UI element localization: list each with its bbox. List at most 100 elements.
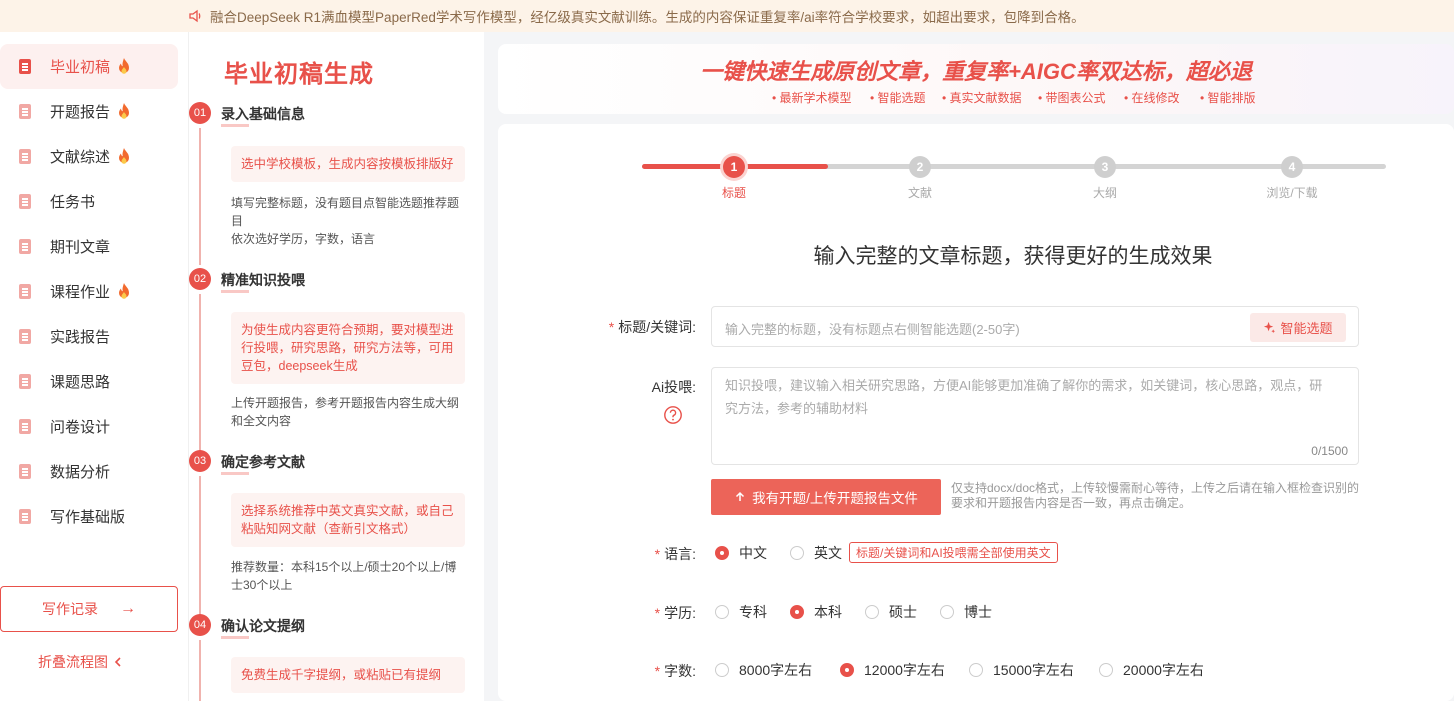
step-title: 精准知识投喂 <box>221 272 305 293</box>
feature-item: • 真实文献数据 <box>942 91 1022 105</box>
ai-feed-textarea[interactable]: 知识投喂，建议输入相关研究思路，方便AI能够更加准确了解你的需求，如关键词，核心… <box>711 367 1359 465</box>
document-shape <box>19 283 31 299</box>
upload-proposal-button[interactable]: 我有开题/上传开题报告文件 <box>711 479 941 515</box>
document-shape <box>19 508 31 524</box>
step-connector <box>199 294 201 451</box>
document-shape <box>19 103 31 119</box>
document-icon <box>18 238 32 255</box>
required-mark: * <box>654 605 661 621</box>
degree-option-3[interactable]: 硕士 <box>865 602 917 622</box>
words-option-3[interactable]: 15000字左右 <box>969 660 1074 680</box>
english-notice-tag: 标题/关键词和AI投喂需全部使用英文 <box>849 542 1058 563</box>
language-option-1[interactable]: 中文 <box>715 543 767 563</box>
document-shape <box>19 193 31 209</box>
words-label-text: 字数: <box>664 663 696 679</box>
sidebar-item-2[interactable]: 开题报告 <box>0 89 178 134</box>
feature-item: • 智能排版 <box>1200 91 1256 105</box>
document-shape <box>19 148 31 164</box>
arrow-right-icon: → <box>120 600 136 617</box>
step-description: 推荐数量：本科15个以上/硕士20个以上/博士30个以上 <box>231 558 465 594</box>
stepper-step-1[interactable]: 1 <box>723 156 745 178</box>
sidebar-item-label: 写作基础版 <box>50 509 126 526</box>
step-connector <box>199 128 201 265</box>
main-area: 一键快速生成原创文章，重复率+AIGC率双达标，超必退 • 最新学术模型 • 智能… <box>498 44 1454 701</box>
words-option-1[interactable]: 8000字左右 <box>715 660 812 680</box>
writing-record-button[interactable]: 写作记录 → <box>0 586 178 632</box>
description-line: 上传开题报告，参考开题报告内容生成大纲和全文内容 <box>231 396 460 428</box>
document-shape <box>19 418 31 434</box>
step-connector <box>199 640 201 701</box>
degree-option-2[interactable]: 本科 <box>790 602 842 622</box>
fire-icon <box>119 282 130 299</box>
step-description: 填写完整标题，没有题目点智能选题推荐题目 依次选好学历，字数，语言 <box>231 194 465 248</box>
sidebar-item-11[interactable]: 写作基础版 <box>0 494 178 539</box>
stepper-label: 标题 <box>721 186 746 200</box>
sidebar-item-label: 任务书 <box>50 194 96 211</box>
radio-label: 专科 <box>739 604 767 620</box>
language-option-2[interactable]: 英文 <box>790 543 842 563</box>
sidebar-item-label: 期刊文章 <box>50 239 111 256</box>
sparkle-icon <box>1264 321 1276 334</box>
words-option-4[interactable]: 20000字左右 <box>1099 660 1204 680</box>
stepper-label: 浏览/下载 <box>1266 186 1318 200</box>
sidebar-item-4[interactable]: 任务书 <box>0 179 178 224</box>
degree-option-1[interactable]: 专科 <box>715 602 767 622</box>
upload-icon <box>736 491 745 501</box>
ai-feed-counter: 0/1500 <box>1311 444 1348 458</box>
language-field-label: * 语言: <box>598 544 696 564</box>
notice-text: 融合DeepSeek R1满血模型PaperRed学术写作模型，经亿级真实文献训… <box>210 10 1085 25</box>
fold-flowchart-link[interactable]: 折叠流程图 <box>38 652 124 672</box>
stepper-label: 文献 <box>907 186 932 200</box>
help-icon[interactable] <box>663 405 683 425</box>
sidebar-item-5[interactable]: 期刊文章 <box>0 224 178 269</box>
speaker-icon <box>189 9 201 23</box>
ai-field-label: Ai投喂: <box>651 379 696 395</box>
smart-topic-button[interactable]: 智能选题 <box>1250 313 1346 342</box>
sidebar-item-7[interactable]: 实践报告 <box>0 314 178 359</box>
words-option-2[interactable]: 12000字左右 <box>840 660 945 680</box>
feature-item: • 最新学术模型 <box>772 91 852 105</box>
stepper-step-2[interactable]: 2 <box>909 156 931 178</box>
sidebar-item-1[interactable]: 毕业初稿 <box>0 44 178 89</box>
banner: 一键快速生成原创文章，重复率+AIGC率双达标，超必退 • 最新学术模型 • 智能… <box>498 44 1454 114</box>
degree-option-4[interactable]: 博士 <box>940 602 992 622</box>
sidebar-item-label: 开题报告 <box>50 104 111 121</box>
required-mark: * <box>654 546 661 562</box>
sidebar-item-8[interactable]: 课题思路 <box>0 359 178 404</box>
stepper-step-4[interactable]: 4 <box>1281 156 1303 178</box>
radio-circle <box>1099 663 1113 677</box>
fire-icon <box>119 57 130 74</box>
form-card: 1 标题 2 文献 3 大纲 4 浏览/下载 输入完整的文章标题，获得更好的生成效果 * 标题/… <box>498 124 1454 701</box>
notice-bar: 融合DeepSeek R1满血模型PaperRed学术写作模型，经亿级真实文献训… <box>0 0 1454 32</box>
banner-title: 一键快速生成原创文章，重复率+AIGC率双达标，超必退 <box>700 59 1252 84</box>
sidebar-item-label: 问卷设计 <box>50 419 111 436</box>
feature-item: • 在线修改 <box>1124 91 1180 105</box>
stepper-step-3[interactable]: 3 <box>1094 156 1116 178</box>
sidebar-item-10[interactable]: 数据分析 <box>0 449 178 494</box>
document-shape <box>19 58 31 74</box>
sidebar-item-label: 课程作业 <box>50 284 111 301</box>
document-icon <box>18 463 32 480</box>
title-placeholder: 输入完整的标题，没有标题点右侧智能选题(2-50字) <box>725 322 1020 337</box>
step-number-badge: 01 <box>189 102 211 124</box>
document-shape <box>19 238 31 254</box>
required-mark: * <box>608 319 615 335</box>
title-input[interactable]: 输入完整的标题，没有标题点右侧智能选题(2-50字) 智能选题 <box>711 306 1359 347</box>
feature-item: • 智能选题 <box>870 91 926 105</box>
language-label-text: 语言: <box>664 546 696 562</box>
step-title: 录入基础信息 <box>221 106 305 127</box>
radio-label: 15000字左右 <box>993 662 1074 678</box>
upload-note: 仅支持docx/doc格式，上传较慢需耐心等待，上传之后请在输入框检查识别的要求… <box>951 481 1360 510</box>
sidebar-item-9[interactable]: 问卷设计 <box>0 404 178 449</box>
document-shape <box>19 373 31 389</box>
flow-title: 毕业初稿生成 <box>224 61 374 88</box>
stepper-label: 大纲 <box>1092 186 1117 200</box>
ai-feed-placeholder: 知识投喂，建议输入相关研究思路，方便AI能够更加准确了解你的需求，如关键词，核心… <box>725 378 1323 416</box>
writing-record-label: 写作记录 <box>42 601 98 617</box>
sidebar-item-label: 课题思路 <box>50 374 111 391</box>
chevron-left-icon <box>114 657 121 667</box>
sidebar-item-3[interactable]: 文献综述 <box>0 134 178 179</box>
step-tip: 免费生成千字提纲，或粘贴已有提纲 <box>231 657 465 693</box>
sidebar-item-6[interactable]: 课程作业 <box>0 269 178 314</box>
step-title: 确定参考文献 <box>221 454 305 475</box>
